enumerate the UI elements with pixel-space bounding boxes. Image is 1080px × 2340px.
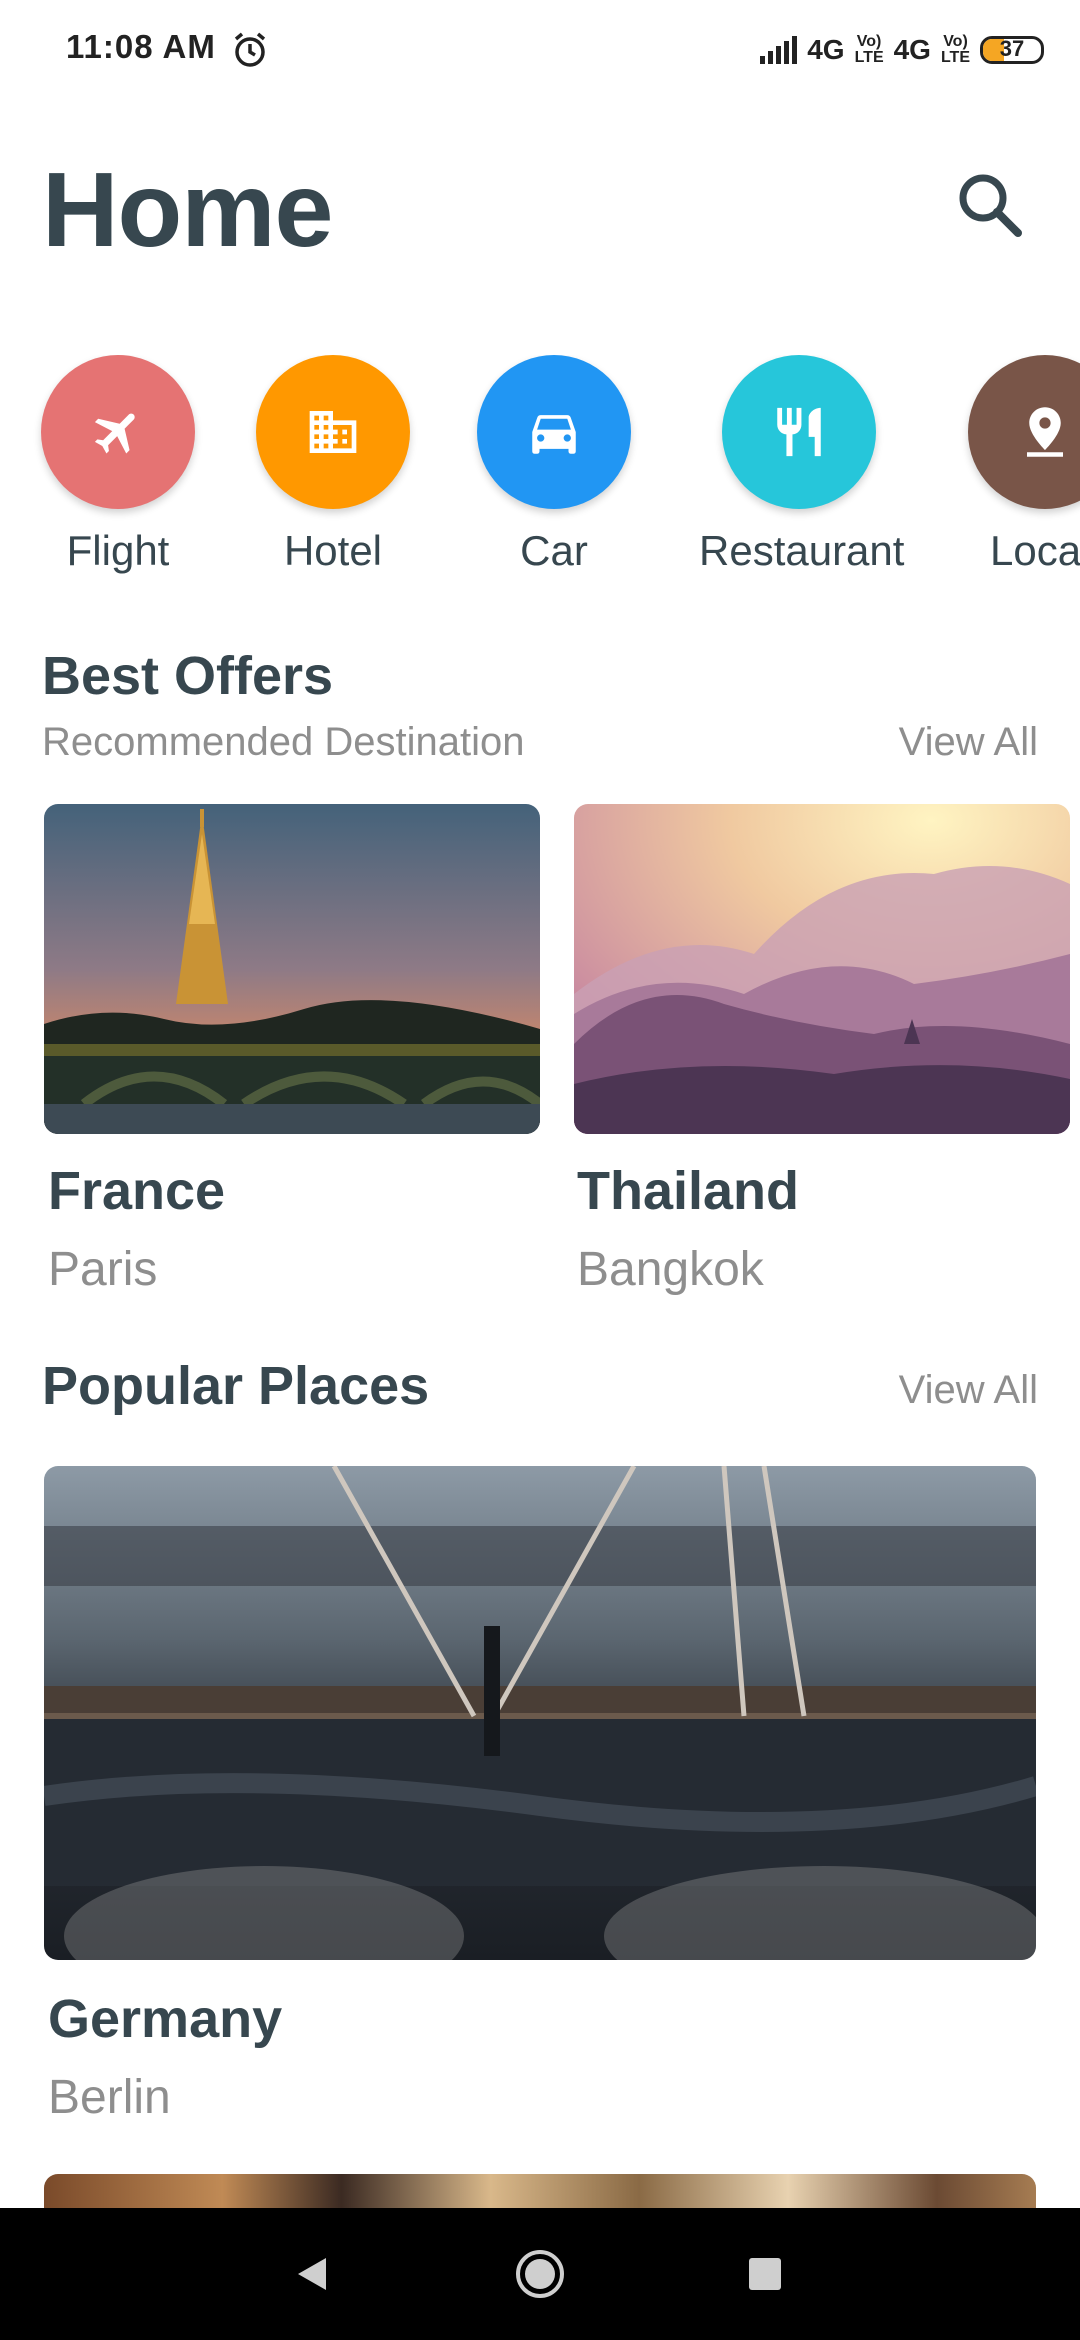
category-row: Flight Hotel Car Restaurant Loca <box>0 355 1080 595</box>
status-time: 11:08 AM <box>66 28 216 65</box>
offer-image-thailand[interactable] <box>574 804 1070 1134</box>
car-icon <box>532 415 576 454</box>
popular-country: Germany <box>48 1989 283 2049</box>
category-location-circle[interactable] <box>968 355 1080 509</box>
status-bar: 11:08 AM 4G Vo) LTE 4G Vo) LTE 37 <box>0 0 1080 100</box>
offer-city: Bangkok <box>577 1243 764 1296</box>
popular-places-title: Popular Places <box>42 1356 430 1416</box>
popular-image-germany[interactable] <box>44 1466 1036 1960</box>
category-label: Car <box>520 527 588 574</box>
category-flight-circle[interactable] <box>41 355 195 509</box>
alarm-icon <box>234 32 266 67</box>
best-offers-view-all[interactable]: View All <box>899 720 1038 765</box>
category-hotel-circle[interactable] <box>256 355 410 509</box>
page-title: Home <box>42 151 334 269</box>
category-label: Flight <box>66 527 170 574</box>
offer-country: Thailand <box>577 1161 800 1221</box>
volte-badge-1: Vo) LTE <box>854 33 884 66</box>
battery-icon: 37 <box>980 36 1044 64</box>
offer-city: Paris <box>48 1243 158 1296</box>
best-offers-subtitle: Recommended Destination <box>42 720 525 764</box>
category-label: Hotel <box>283 527 383 574</box>
popular-places-view-all[interactable]: View All <box>899 1368 1038 1413</box>
category-label: Loca <box>990 527 1080 574</box>
category-label: Restaurant <box>699 527 905 574</box>
building-icon <box>309 411 357 453</box>
best-offers-title: Best Offers <box>42 646 334 706</box>
popular-city: Berlin <box>48 2071 171 2124</box>
location-pin-icon <box>1027 407 1063 457</box>
category-car[interactable]: Car <box>454 355 654 575</box>
signal-icon <box>760 36 798 64</box>
category-hotel[interactable]: Hotel <box>233 355 433 575</box>
volte-badge-2: Vo) LTE <box>940 33 970 66</box>
network-type-1: 4G <box>807 34 845 65</box>
airplane-icon <box>94 413 135 454</box>
category-restaurant[interactable]: Restaurant <box>699 355 905 575</box>
recents-square-icon[interactable] <box>735 2244 795 2304</box>
category-restaurant-circle[interactable] <box>722 355 876 509</box>
network-type-2: 4G <box>893 34 931 65</box>
system-nav-bar <box>0 2208 1080 2340</box>
category-location[interactable]: Loca <box>944 355 1080 575</box>
offer-image-france[interactable] <box>44 804 540 1134</box>
search-icon[interactable] <box>950 165 1030 245</box>
back-triangle-icon[interactable] <box>282 2244 342 2304</box>
offer-country: France <box>48 1161 226 1221</box>
category-flight[interactable]: Flight <box>18 355 218 575</box>
fork-knife-icon <box>777 407 821 457</box>
home-circle-icon[interactable] <box>510 2244 570 2304</box>
status-indicators: 4G Vo) LTE 4G Vo) LTE 37 <box>760 30 1044 70</box>
category-car-circle[interactable] <box>477 355 631 509</box>
